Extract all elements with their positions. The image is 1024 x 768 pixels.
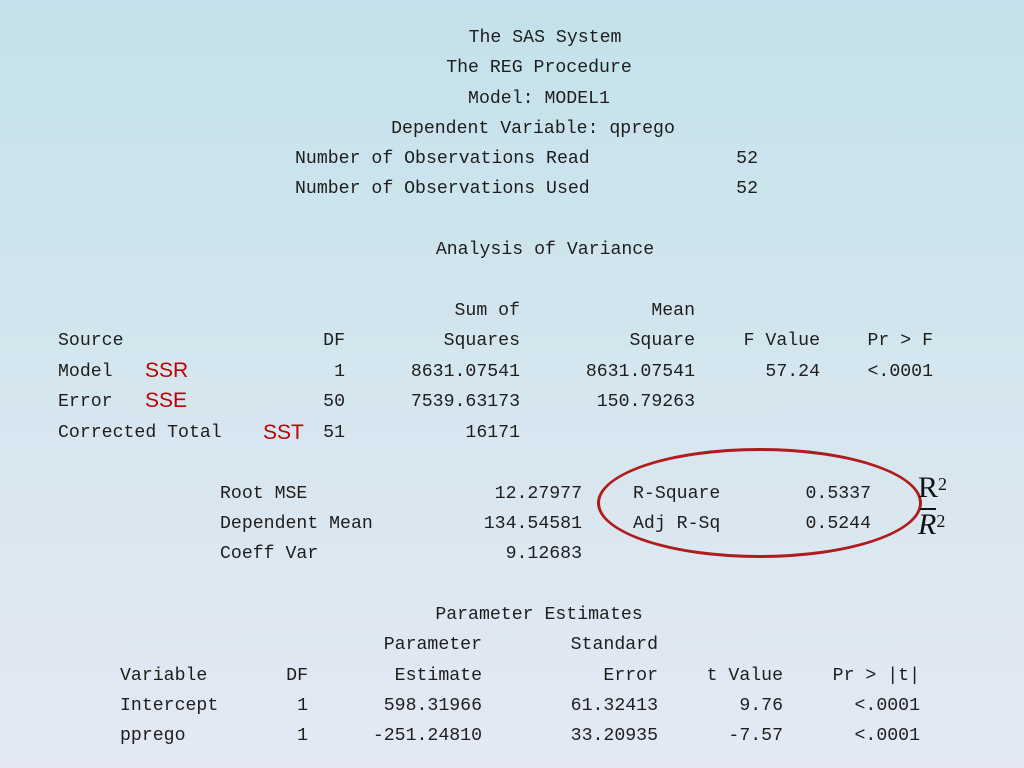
- coeff-var-label: Coeff Var: [220, 544, 319, 564]
- param-row-pprego-se: 33.20935: [570, 726, 658, 746]
- obs-read-value: 52: [736, 149, 758, 169]
- adj-rsq-label: Adj R-Sq: [633, 514, 721, 534]
- param-row-intercept-variable: Intercept: [120, 696, 219, 716]
- report-procedure-title: The REG Procedure: [446, 58, 632, 78]
- anova-row-error-ms: 150.79263: [596, 392, 695, 412]
- sst-annotation: SST: [263, 421, 304, 444]
- r-squared-letter: R: [918, 471, 939, 504]
- anova-row-model-source: Model: [58, 362, 113, 382]
- anova-header-ss-top: Sum of: [454, 301, 521, 321]
- anova-header-ms-bottom: Square: [629, 331, 696, 351]
- coeff-var-value: 9.12683: [505, 544, 582, 564]
- obs-used-label: Number of Observations Used: [295, 179, 590, 199]
- params-header-df: DF: [286, 666, 308, 686]
- anova-title: Analysis of Variance: [435, 240, 655, 260]
- anova-header-p: Pr > F: [867, 331, 934, 351]
- anova-header-f: F Value: [743, 331, 820, 351]
- anova-header-ss-bottom: Squares: [443, 331, 520, 351]
- param-row-intercept-t: 9.76: [739, 696, 783, 716]
- anova-row-model-f: 57.24: [765, 362, 820, 382]
- params-header-p: Pr > |t|: [832, 666, 920, 686]
- param-row-intercept-df: 1: [297, 696, 308, 716]
- anova-header-ms-top: Mean: [651, 301, 695, 321]
- anova-header-df: DF: [323, 331, 345, 351]
- params-header-t: t Value: [706, 666, 783, 686]
- params-header-est-top: Parameter: [383, 635, 482, 655]
- adj-r-squared-exponent: 2: [936, 511, 946, 531]
- report-system-title: The SAS System: [468, 28, 622, 48]
- obs-read-label: Number of Observations Read: [295, 149, 590, 169]
- rsquare-label: R-Square: [633, 484, 721, 504]
- report-model-title: Model: MODEL1: [468, 89, 610, 109]
- anova-row-total-ss: 16171: [465, 423, 520, 443]
- sse-annotation: SSE: [145, 389, 188, 412]
- r-squared-exponent: 2: [938, 474, 948, 494]
- params-title: Parameter Estimates: [435, 605, 643, 625]
- params-header-est-bottom: Estimate: [394, 666, 482, 686]
- param-row-pprego-estimate: -251.24810: [372, 726, 482, 746]
- param-row-pprego-t: -7.57: [728, 726, 783, 746]
- anova-row-model-p: <.0001: [867, 362, 934, 382]
- anova-row-model-ss: 8631.07541: [410, 362, 520, 382]
- adj-r-squared-letter: R: [918, 508, 937, 541]
- anova-row-error-ss: 7539.63173: [410, 392, 520, 412]
- param-row-pprego-variable: pprego: [120, 726, 186, 746]
- params-header-se-bottom: Error: [603, 666, 658, 686]
- anova-row-model-df: 1: [334, 362, 345, 382]
- anova-row-total-source: Corrected Total: [58, 423, 222, 443]
- anova-header-source: Source: [58, 331, 124, 351]
- param-row-pprego-df: 1: [297, 726, 308, 746]
- param-row-pprego-p: <.0001: [854, 726, 921, 746]
- anova-row-error-source: Error: [58, 392, 113, 412]
- adj-rsq-value: 0.5244: [805, 514, 872, 534]
- anova-row-total-df: 51: [323, 423, 345, 443]
- dependent-mean-value: 134.54581: [483, 514, 582, 534]
- param-row-intercept-estimate: 598.31966: [383, 696, 482, 716]
- param-row-intercept-se: 61.32413: [570, 696, 658, 716]
- param-row-intercept-p: <.0001: [854, 696, 921, 716]
- params-header-se-top: Standard: [570, 635, 658, 655]
- anova-row-model-ms: 8631.07541: [585, 362, 695, 382]
- dependent-mean-label: Dependent Mean: [220, 514, 373, 534]
- params-header-variable: Variable: [120, 666, 208, 686]
- r-squared-symbol: R2: [918, 473, 947, 503]
- ssr-annotation: SSR: [145, 359, 189, 382]
- root-mse-value: 12.27977: [494, 484, 582, 504]
- obs-used-value: 52: [736, 179, 758, 199]
- rsquare-value: 0.5337: [805, 484, 872, 504]
- anova-row-error-df: 50: [323, 392, 345, 412]
- adj-r-squared-symbol: R2: [918, 510, 945, 540]
- root-mse-label: Root MSE: [220, 484, 308, 504]
- report-dependent-variable: Dependent Variable: qprego: [391, 119, 675, 139]
